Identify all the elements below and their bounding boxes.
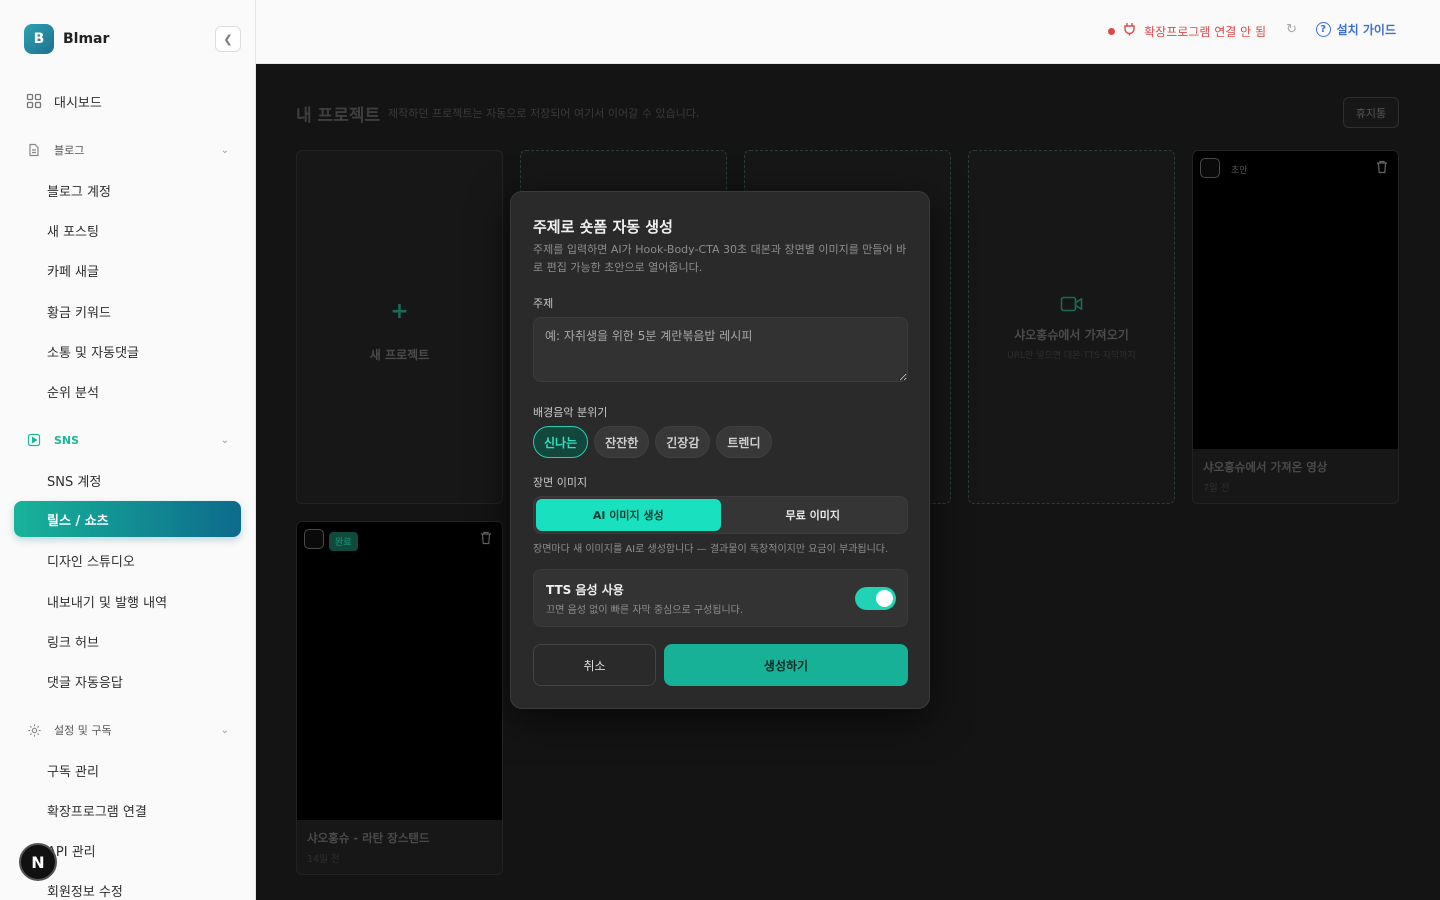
sidebar-section-sns[interactable]: SNS ⌄ xyxy=(14,425,241,455)
select-checkbox[interactable] xyxy=(1200,158,1220,178)
page-subtitle: 제작하던 프로젝트는 자동으로 저장되어 여기서 이어갈 수 있습니다. xyxy=(388,107,700,120)
auto-generate-modal: 주제로 숏폼 자동 생성 주제를 입력하면 AI가 Hook-Body-CTA … xyxy=(510,191,930,709)
bgm-label: 배경음악 분위기 xyxy=(533,406,608,419)
project-card[interactable]: 완료 샤오홍슈 - 라탄 장스탠드 14일 전 xyxy=(296,521,503,875)
sidebar-item-sns-account[interactable]: SNS 계정 xyxy=(14,462,241,498)
cancel-button[interactable]: 취소 xyxy=(533,644,656,686)
section-label: 설정 및 구독 xyxy=(54,724,112,737)
install-guide-label: 설치 가이드 xyxy=(1336,23,1396,37)
bgm-option-trendy[interactable]: 트렌디 xyxy=(716,426,772,458)
sidebar-item-auto-comment[interactable]: 소통 및 자동댓글 xyxy=(14,333,241,369)
select-checkbox[interactable] xyxy=(304,529,324,549)
n-badge[interactable]: N xyxy=(19,843,57,881)
scene-image-note: 장면마다 새 이미지를 AI로 생성합니다 — 결과물이 독창적이지만 요금이 … xyxy=(533,544,889,555)
sidebar-item-rank-analysis[interactable]: 순위 분석 xyxy=(14,373,241,409)
bgm-options: 신나는 잔잔한 긴장감 트렌디 xyxy=(533,426,772,458)
sidebar-section-blog[interactable]: 블로그 ⌄ xyxy=(14,135,241,165)
play-square-icon xyxy=(26,432,42,448)
tts-toggle[interactable] xyxy=(855,587,896,610)
extension-status-label: 확장프로그램 연결 안 됨 xyxy=(1144,24,1266,39)
trash-button[interactable]: 휴지통 xyxy=(1343,97,1399,128)
sidebar-item-dashboard[interactable]: 대시보드 xyxy=(14,83,241,119)
new-project-label: 새 프로젝트 xyxy=(369,348,430,362)
chevron-down-icon: ⌄ xyxy=(220,434,229,446)
chevron-down-icon: ⌄ xyxy=(220,144,229,156)
section-label: SNS xyxy=(54,433,80,447)
new-project-card[interactable]: + 새 프로젝트 xyxy=(296,150,503,504)
bgm-option-tension[interactable]: 긴장감 xyxy=(655,426,711,458)
bgm-option-exciting[interactable]: 신나는 xyxy=(533,426,589,458)
free-image-option[interactable]: 무료 이미지 xyxy=(721,499,906,531)
status-dot xyxy=(1108,27,1116,35)
project-time: 7일 전 xyxy=(1203,483,1230,494)
trash-icon[interactable] xyxy=(480,531,492,549)
document-icon xyxy=(26,142,42,158)
brand[interactable]: B Blmar xyxy=(24,24,109,54)
sidebar-item-export-history[interactable]: 내보내기 및 발행 내역 xyxy=(14,583,241,619)
section-label: 블로그 xyxy=(54,144,85,157)
topic-input[interactable] xyxy=(533,317,908,382)
sidebar-item-golden-keyword[interactable]: 황금 키워드 xyxy=(14,293,241,329)
video-camera-icon xyxy=(969,295,1174,313)
plus-icon: + xyxy=(390,299,409,324)
ai-image-option[interactable]: AI 이미지 생성 xyxy=(536,499,721,531)
create-button[interactable]: 생성하기 xyxy=(664,644,908,686)
sidebar-item-reels-shorts[interactable]: 릴스 / 쇼츠 xyxy=(14,501,241,537)
project-thumbnail xyxy=(1193,151,1398,449)
import-xiaohongshu-card[interactable]: 샤오홍슈에서 가져오기 URL만 넣으면 대본·TTS·자막까지 xyxy=(968,150,1175,504)
extension-status[interactable]: 확장프로그램 연결 안 됨 xyxy=(1108,22,1266,40)
chevron-down-icon: ⌄ xyxy=(220,724,229,736)
grid-icon xyxy=(26,93,42,109)
sidebar-section-settings[interactable]: 설정 및 구독 ⌄ xyxy=(14,715,241,745)
topic-label: 주제 xyxy=(533,297,554,310)
scene-image-label: 장면 이미지 xyxy=(533,476,588,489)
page-title: 내 프로젝트 xyxy=(296,106,381,126)
sidebar-item-blog-account[interactable]: 블로그 계정 xyxy=(14,172,241,208)
sidebar-item-link-hub[interactable]: 링크 허브 xyxy=(14,623,241,659)
toggle-knob xyxy=(876,590,893,607)
modal-title: 주제로 숏폼 자동 생성 xyxy=(533,218,673,236)
import-title: 샤오홍슈에서 가져오기 xyxy=(1014,328,1129,342)
project-card[interactable]: 초안 샤오홍슈에서 가져온 영상 7일 전 xyxy=(1192,150,1399,504)
help-icon: ? xyxy=(1315,22,1331,37)
brand-logo: B xyxy=(24,24,54,54)
project-time: 14일 전 xyxy=(307,854,340,865)
topbar: 확장프로그램 연결 안 됨 ↻ ? 설치 가이드 xyxy=(256,0,1440,64)
refresh-icon[interactable]: ↻ xyxy=(1286,22,1297,37)
sidebar-item-label: 대시보드 xyxy=(54,95,102,111)
status-badge: 완료 xyxy=(329,532,358,551)
sidebar-item-extension[interactable]: 확장프로그램 연결 xyxy=(14,792,241,828)
install-guide-link[interactable]: ? 설치 가이드 xyxy=(1315,21,1396,38)
project-thumbnail xyxy=(297,522,502,820)
sidebar-item-new-post[interactable]: 새 포스팅 xyxy=(14,212,241,248)
plug-icon xyxy=(1123,22,1136,40)
chevron-left-icon: ❮ xyxy=(223,32,233,46)
bgm-option-calm[interactable]: 잔잔한 xyxy=(594,426,650,458)
project-title: 샤오홍슈에서 가져온 영상 xyxy=(1203,460,1328,474)
tts-setting: TTS 음성 사용 끄면 음성 없이 빠른 자막 중심으로 구성됩니다. xyxy=(533,569,908,627)
brand-name: Blmar xyxy=(63,31,110,47)
project-title: 샤오홍슈 - 라탄 장스탠드 xyxy=(307,831,430,845)
sidebar: B Blmar ❮ 대시보드 블로그 ⌄ 블로그 계정 새 포스팅 카페 새글 … xyxy=(0,0,256,900)
collapse-sidebar-button[interactable]: ❮ xyxy=(215,26,241,52)
gear-icon xyxy=(26,722,42,738)
import-subtitle: URL만 넣으면 대본·TTS·자막까지 xyxy=(1007,351,1136,361)
tts-title: TTS 음성 사용 xyxy=(546,583,624,597)
status-badge: 초안 xyxy=(1231,166,1248,176)
modal-description: 주제를 입력하면 AI가 Hook-Body-CTA 30초 대본과 장면별 이… xyxy=(533,243,907,274)
scene-image-toggle: AI 이미지 생성 무료 이미지 xyxy=(533,496,908,534)
sidebar-item-subscription[interactable]: 구독 관리 xyxy=(14,752,241,788)
sidebar-item-cafe-post[interactable]: 카페 새글 xyxy=(14,252,241,288)
sidebar-item-design-studio[interactable]: 디자인 스튜디오 xyxy=(14,542,241,578)
trash-icon[interactable] xyxy=(1376,160,1388,178)
sidebar-item-comment-autoreply[interactable]: 댓글 자동응답 xyxy=(14,663,241,699)
tts-subtitle: 끄면 음성 없이 빠른 자막 중심으로 구성됩니다. xyxy=(546,605,744,616)
